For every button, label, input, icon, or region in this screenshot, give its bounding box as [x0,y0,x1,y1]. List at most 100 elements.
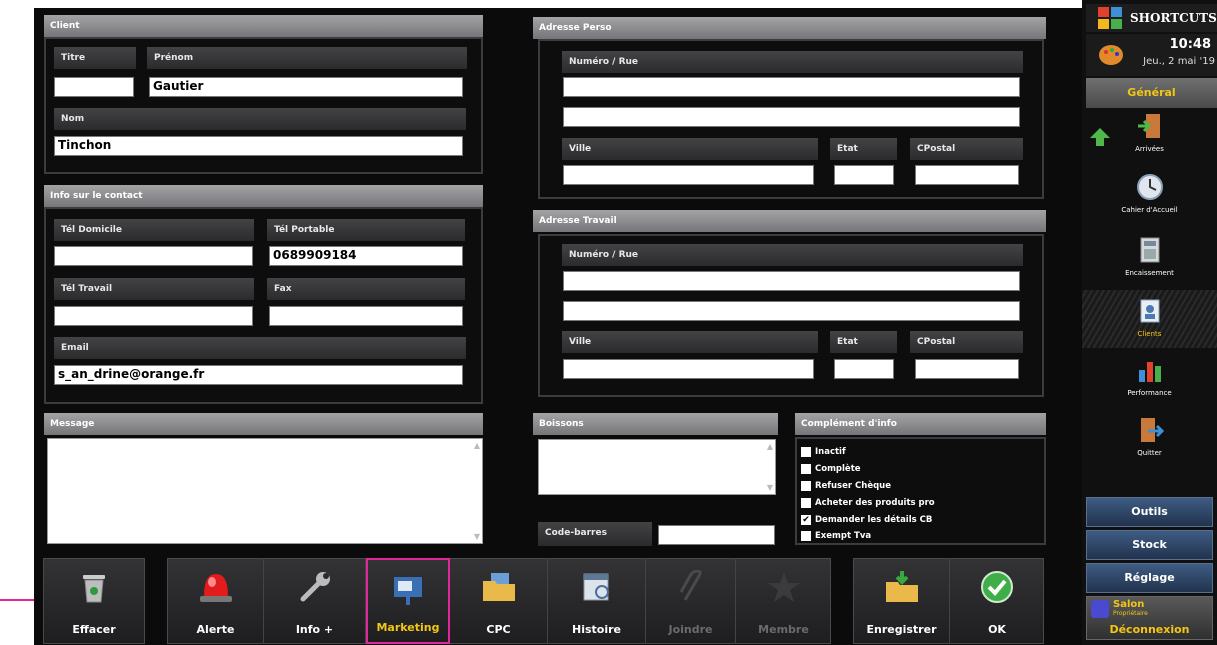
checkbox-demander-cb[interactable]: ✔ Demander les détails CB [801,513,932,526]
wrench-icon [295,567,335,607]
nom-label: Nom [54,108,466,130]
effacer-label: Effacer [72,623,116,636]
travail-ville-field[interactable] [563,359,814,379]
tel-domicile-field[interactable] [54,246,253,266]
codebarres-field[interactable] [658,525,775,545]
tel-domicile-label: Tél Domicile [54,219,254,241]
travail-rue-field-1[interactable] [563,271,1020,291]
joindre-label: Joindre [668,623,713,636]
shortcuts-logo-icon [1098,7,1122,29]
message-textarea[interactable]: ▲ ▼ [47,438,483,544]
checkbox-box[interactable] [801,497,811,508]
nav-arrivees[interactable]: Arrivées [1082,112,1217,153]
clock-panel: 10:48 Jeu., 2 mai '19 [1086,34,1217,76]
membre-button[interactable]: Membre [736,558,831,644]
titre-field[interactable] [54,77,134,97]
nav-quitter[interactable]: Quitter [1082,416,1217,457]
ok-button[interactable]: OK [950,558,1044,644]
boissons-textarea[interactable]: ▲ ▼ [538,439,776,495]
adresse-travail-header: Adresse Travail [533,210,1046,232]
nav-encaissement[interactable]: Encaissement [1082,236,1217,277]
enregistrer-label: Enregistrer [866,623,937,636]
nom-field[interactable]: Tinchon [54,136,463,156]
nav-label: Clients [1137,330,1162,338]
membre-label: Membre [758,623,809,636]
fax-label: Fax [267,278,465,300]
perso-rue-label: Numéro / Rue [562,51,1023,73]
complement-header: Complément d'info [795,413,1046,435]
perso-etat-label: Etat [830,138,897,160]
travail-etat-label: Etat [830,331,897,353]
checkbox-exempt-tva[interactable]: Exempt Tva [801,529,871,542]
scroll-up-icon[interactable]: ▲ [767,442,773,451]
door-exit-icon [1140,418,1164,442]
enregistrer-button[interactable]: Enregistrer [854,558,950,644]
scroll-down-icon[interactable]: ▼ [767,483,773,492]
mailbox-icon [388,569,428,609]
nav-cahier-accueil[interactable]: Cahier d'Accueil [1082,173,1217,214]
checkmark-icon[interactable]: ✔ [801,514,811,525]
travail-cpostal-field[interactable] [915,359,1019,379]
client-card-icon [1140,299,1159,323]
nav-label: Arrivées [1135,145,1164,153]
section-general[interactable]: Général [1086,78,1217,108]
tel-travail-field[interactable] [54,306,253,326]
cpc-button[interactable]: CPC [450,558,548,644]
prenom-field[interactable]: Gautier [149,77,463,97]
nav-label: Cahier d'Accueil [1121,206,1178,214]
info-plus-label: Info + [295,623,334,636]
checkbox-refuser-cheque[interactable]: Refuser Chèque [801,479,891,492]
perso-cpostal-field[interactable] [915,165,1019,185]
shortcuts-title: SHORTCUTS [1130,11,1217,25]
user-role: Propriétaire [1113,610,1148,617]
shortcuts-sidebar: SHORTCUTS 10:48 Jeu., 2 mai '19 Général … [1082,0,1217,645]
star-icon [764,567,804,607]
scroll-up-icon[interactable]: ▲ [474,441,480,450]
trash-icon [74,567,114,607]
ok-label: OK [988,623,1006,636]
calculator-icon [1140,237,1159,263]
tel-travail-label: Tél Travail [54,278,254,300]
checkbox-label: Demander les détails CB [815,514,933,525]
perso-rue-field-2[interactable] [563,107,1020,127]
shortcuts-header[interactable]: SHORTCUTS [1086,4,1217,32]
travail-ville-label: Ville [562,331,818,353]
alerte-label: Alerte [196,623,235,636]
fax-field[interactable] [269,306,463,326]
histoire-button[interactable]: Histoire [548,558,646,644]
checkbox-box[interactable] [801,446,811,457]
travail-rue-label: Numéro / Rue [562,244,1023,266]
email-label: Email [54,337,466,359]
perso-rue-field-1[interactable] [563,77,1020,97]
clock-date: Jeu., 2 mai '19 [1143,56,1215,67]
travail-rue-field-2[interactable] [563,301,1020,321]
tel-portable-field[interactable]: 0689909184 [269,246,463,266]
info-plus-button[interactable]: Info + [264,558,366,644]
user-panel[interactable]: Salon Propriétaire Déconnexion [1086,596,1213,640]
checkbox-complete[interactable]: Complète [801,462,861,475]
histoire-label: Histoire [572,623,621,636]
travail-etat-field[interactable] [834,359,894,379]
nav-performance[interactable]: Performance [1082,356,1217,397]
checkbox-acheter-produits[interactable]: Acheter des produits pro [801,496,935,509]
nav-clients[interactable]: Clients [1082,297,1217,338]
logout-button[interactable]: Déconnexion [1087,623,1212,636]
folder-save-icon [882,567,922,607]
prenom-label: Prénom [147,47,467,69]
joindre-button[interactable]: Joindre [646,558,736,644]
checkbox-box[interactable] [801,463,811,474]
outils-button[interactable]: Outils [1086,497,1213,527]
perso-ville-field[interactable] [563,165,814,185]
alerte-button[interactable]: Alerte [168,558,264,644]
nav-label: Encaissement [1125,269,1174,277]
marketing-button[interactable]: Marketing [366,558,450,644]
effacer-button[interactable]: Effacer [43,558,145,644]
stock-button[interactable]: Stock [1086,530,1213,560]
checkbox-inactif[interactable]: Inactif [801,445,846,458]
email-field[interactable]: s_an_drine@orange.fr [54,365,463,385]
checkbox-box[interactable] [801,480,811,491]
reglage-button[interactable]: Réglage [1086,563,1213,593]
perso-etat-field[interactable] [834,165,894,185]
checkbox-box[interactable] [801,530,811,541]
scroll-down-icon[interactable]: ▼ [474,532,480,541]
